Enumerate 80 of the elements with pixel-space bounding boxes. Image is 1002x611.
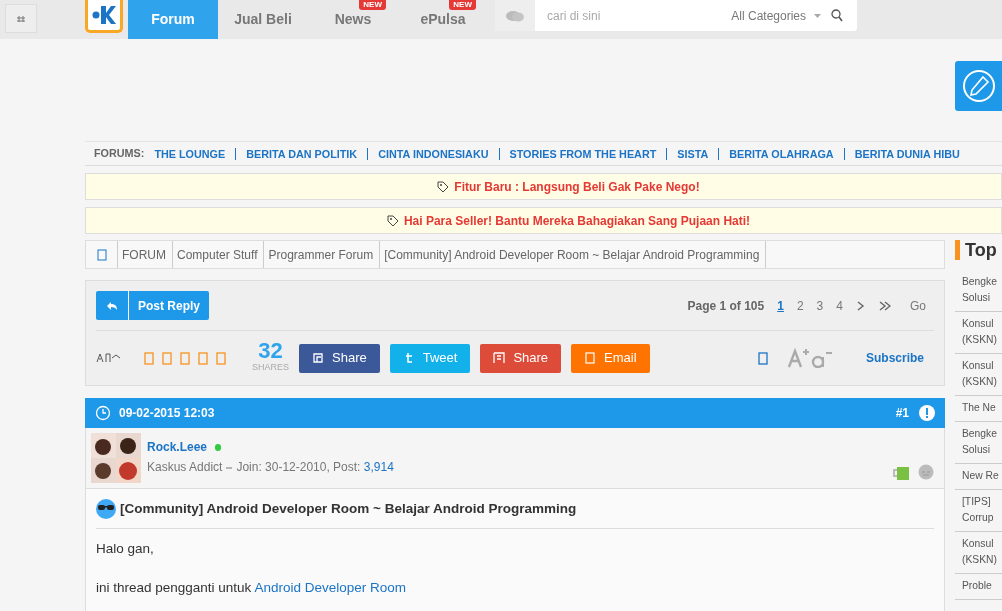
breadcrumb-link[interactable]: FORUM xyxy=(118,241,173,268)
new-badge: NEW xyxy=(359,0,386,10)
category-dropdown[interactable]: All Categories xyxy=(731,6,821,25)
next-page-icon[interactable] xyxy=(856,300,866,311)
category-link[interactable]: BERITA DAN POLITIK xyxy=(235,147,368,160)
report-icon[interactable] xyxy=(919,405,935,421)
post-title: [Community] Android Developer Room ~ Belajar Android Programming xyxy=(120,500,577,518)
breadcrumb-link[interactable]: Programmer Forum xyxy=(264,241,381,268)
reply-icon xyxy=(106,300,118,311)
post-paragraph: Halo gan, xyxy=(96,540,155,559)
category-link[interactable]: STORIES FROM THE HEART xyxy=(498,147,667,160)
share-icon xyxy=(312,352,324,364)
top-thread-link[interactable]: Konsul (KSKN) xyxy=(955,532,1002,574)
go-button[interactable]: Go xyxy=(910,296,926,315)
category-link[interactable]: THE LOUNGE xyxy=(154,147,236,160)
category-link[interactable]: SISTA xyxy=(666,147,719,160)
top-thread-link[interactable]: Proble xyxy=(955,574,1002,600)
top-thread-link[interactable]: Bengke Solusi xyxy=(955,422,1002,464)
category-link[interactable]: BERITA DUNIA HIBU xyxy=(843,147,970,160)
notice-link[interactable]: Hai Para Seller! Bantu Mereka Bahagiakan Sang Pujaan Hati! xyxy=(403,211,751,230)
page-link[interactable]: 4 xyxy=(836,296,843,315)
breadcrumb-link[interactable]: [Community] Android Developer Room ~ Belajar Android Programming xyxy=(380,241,767,268)
sidebar-title: Top xyxy=(955,240,1002,260)
caret-icon xyxy=(814,13,821,18)
tag-icon xyxy=(437,180,450,193)
nav-tab[interactable]: NEW ePulsa xyxy=(398,0,488,39)
page-link[interactable]: 2 xyxy=(796,296,804,315)
share-button[interactable]: Share xyxy=(480,343,562,373)
search-icon[interactable] xyxy=(831,8,843,23)
category-link[interactable]: CINTA INDONESIAKU xyxy=(367,147,499,160)
page-link[interactable]: 3 xyxy=(816,296,824,315)
top-thread-link[interactable]: Konsul (KSKN) xyxy=(955,312,1002,354)
username-link[interactable]: Rock.Leee xyxy=(147,440,208,454)
top-thread-link[interactable]: The Ne xyxy=(955,396,1002,422)
top-thread-link[interactable]: Konsul (KSKN) xyxy=(955,354,1002,396)
share-button[interactable]: Email xyxy=(571,343,650,373)
share-count: 32 xyxy=(257,341,284,362)
logo[interactable] xyxy=(85,0,123,33)
nav-tab[interactable]: Forum xyxy=(128,0,218,39)
last-page-icon[interactable] xyxy=(879,300,891,311)
logo-icon xyxy=(92,5,116,25)
top-thread-link[interactable]: New Re xyxy=(955,464,1002,490)
emoticon-icon xyxy=(918,464,934,480)
subscribe-link[interactable]: Subscribe xyxy=(865,349,924,367)
clock-icon xyxy=(95,405,111,421)
user-rank: Kaskus Addict xyxy=(147,460,223,474)
thread-link[interactable]: Android Developer Room xyxy=(254,579,406,595)
sunglasses-emoticon-icon xyxy=(96,499,116,520)
top-thread-link[interactable]: [TIPS] Corrup xyxy=(955,490,1002,532)
page-link[interactable]: 1 xyxy=(777,296,784,315)
menu-icon xyxy=(16,14,26,23)
category-link[interactable]: BERITA OLAHRAGA xyxy=(718,147,844,160)
new-badge: NEW xyxy=(449,0,476,10)
chat-button[interactable] xyxy=(495,0,535,31)
create-thread-button[interactable] xyxy=(955,61,1002,111)
cup-icon xyxy=(892,466,910,480)
top-thread-link[interactable]: Bengke Solusi xyxy=(955,270,1002,312)
share-icon xyxy=(493,352,506,364)
post-paragraph: ini thread pengganti untuk Android Developer Room xyxy=(96,578,407,597)
menu-button[interactable] xyxy=(5,4,37,33)
post-count-link[interactable]: 3,914 xyxy=(363,460,394,474)
pencil-icon xyxy=(961,69,996,103)
share-button[interactable]: Tweet xyxy=(389,343,471,373)
search-field[interactable]: cari di sini All Categories xyxy=(495,0,857,31)
tag-icon xyxy=(386,214,399,227)
nav-tab[interactable]: NEW News xyxy=(308,0,398,39)
shares-label: SHARES xyxy=(252,361,289,375)
post-number-link[interactable]: #1 xyxy=(895,404,909,422)
avatar-icon xyxy=(91,433,141,483)
join-info: Join: 30-12-2010, Post: xyxy=(236,460,362,474)
page-label: Page 1 of 105 xyxy=(687,297,765,315)
font-size-icon[interactable] xyxy=(787,348,832,368)
nav-tab[interactable]: Jual Beli xyxy=(218,0,308,39)
notice-link[interactable]: Fitur Baru : Langsung Beli Gak Pake Nego! xyxy=(454,177,700,196)
chat-icon xyxy=(505,9,525,22)
post-reply-button[interactable]: Post Reply xyxy=(96,291,209,320)
post-date: 09-02-2015 12:03 xyxy=(119,405,215,422)
breadcrumb-link[interactable]: Computer Stuff xyxy=(173,241,265,268)
share-button[interactable]: Share xyxy=(299,343,380,373)
forums-label: FORUMS: xyxy=(94,146,145,162)
